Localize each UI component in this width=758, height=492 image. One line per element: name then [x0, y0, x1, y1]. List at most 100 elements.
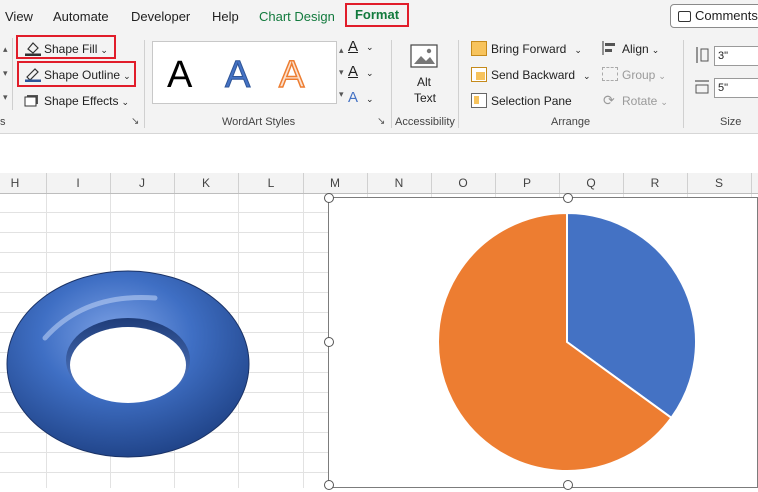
shape-styles-group-label: s: [0, 116, 6, 128]
selection-pane-button[interactable]: Selection Pane: [491, 94, 572, 108]
send-backward-button[interactable]: Send Backward ⌄: [491, 68, 591, 82]
ribbon-separator: [683, 40, 684, 128]
wordart-scroll-up-icon[interactable]: ▴: [339, 45, 344, 56]
text-effects-button[interactable]: A: [348, 89, 358, 106]
send-backward-label: Send Backward: [491, 68, 576, 82]
comment-icon: [678, 11, 691, 22]
resize-handle[interactable]: [324, 480, 334, 490]
size-group-label: Size: [720, 116, 742, 128]
group-label: Group: [622, 68, 656, 82]
column-divider[interactable]: [303, 173, 304, 193]
comments-label: Comments: [695, 8, 758, 23]
wordart-sample-orange-outline[interactable]: A: [278, 53, 305, 97]
wordart-sample-black[interactable]: A: [167, 54, 192, 97]
column-header-q[interactable]: Q: [581, 176, 601, 190]
wordart-more-icon[interactable]: ▾: [339, 89, 344, 100]
tab-help[interactable]: Help: [212, 9, 239, 24]
column-divider[interactable]: [687, 173, 688, 193]
ribbon-separator: [458, 40, 459, 128]
text-outline-button[interactable]: A: [348, 63, 358, 80]
formula-bar-area: [0, 134, 758, 174]
align-icon: [602, 41, 618, 55]
align-label: Align: [622, 42, 649, 56]
chevron-down-icon: ⌄: [574, 45, 582, 55]
text-fill-button[interactable]: A: [348, 38, 358, 55]
shape-effects-icon: [24, 92, 42, 108]
tab-chart-design[interactable]: Chart Design: [259, 9, 335, 24]
resize-handle[interactable]: [563, 193, 573, 203]
bring-forward-icon: [471, 41, 487, 56]
column-header-r[interactable]: R: [645, 176, 665, 190]
shape-width-input[interactable]: 5": [714, 78, 758, 98]
alt-text-label-line2[interactable]: Text: [414, 91, 436, 105]
rotate-icon: ⟳: [603, 92, 615, 108]
column-header-p[interactable]: P: [517, 176, 537, 190]
selection-pane-icon: [471, 93, 487, 108]
highlight-box-shape-fill: [16, 35, 116, 59]
shape-height-input[interactable]: 3": [714, 46, 758, 66]
gallery-border: [12, 38, 13, 110]
chevron-down-icon: ⌄: [366, 94, 374, 104]
group-button: Group ⌄: [622, 68, 666, 82]
chevron-down-icon: ⌄: [366, 42, 374, 52]
column-divider[interactable]: [751, 173, 752, 193]
arrange-group-label: Arrange: [551, 116, 591, 128]
column-header-k[interactable]: K: [196, 176, 216, 190]
chart-area[interactable]: [328, 197, 758, 488]
column-divider[interactable]: [431, 173, 432, 193]
wordart-sample-blue[interactable]: A: [224, 54, 250, 97]
bring-forward-button[interactable]: Bring Forward ⌄: [491, 42, 582, 56]
column-divider[interactable]: [495, 173, 496, 193]
resize-handle[interactable]: [324, 337, 334, 347]
wordart-scroll-down-icon[interactable]: ▾: [339, 67, 344, 78]
chevron-down-icon: ⌄: [121, 97, 130, 107]
comments-button[interactable]: Comments: [670, 4, 758, 28]
align-button[interactable]: Align ⌄: [622, 42, 659, 56]
resize-handle[interactable]: [324, 193, 334, 203]
tab-view[interactable]: View: [5, 9, 33, 24]
gallery-scroll-down-icon[interactable]: ▾: [3, 68, 8, 79]
column-divider[interactable]: [238, 173, 239, 193]
gallery-scroll-up-icon[interactable]: ▴: [3, 44, 8, 55]
tab-format[interactable]: Format: [345, 3, 409, 27]
wordart-gallery: A A A: [152, 41, 337, 104]
group-icon: [602, 67, 618, 81]
column-divider[interactable]: [367, 173, 368, 193]
column-divider[interactable]: [559, 173, 560, 193]
chevron-down-icon: ⌄: [583, 71, 591, 81]
tab-automate[interactable]: Automate: [53, 9, 109, 24]
shape-width-icon: [694, 79, 710, 95]
column-header-m[interactable]: M: [325, 176, 345, 190]
gallery-more-icon[interactable]: ▾: [3, 92, 8, 103]
column-header-l[interactable]: L: [261, 176, 281, 190]
accessibility-group-label: Accessibility: [395, 116, 455, 128]
chevron-down-icon: ⌄: [658, 71, 666, 81]
ribbon-separator: [144, 40, 145, 128]
alt-text-label-line1[interactable]: Alt: [417, 75, 431, 89]
pie-chart[interactable]: [329, 198, 757, 487]
torus-shape[interactable]: [5, 268, 251, 461]
column-divider[interactable]: [110, 173, 111, 193]
column-header-i[interactable]: I: [68, 176, 88, 190]
ribbon-separator: [391, 40, 392, 128]
wordart-group-label: WordArt Styles: [222, 116, 296, 128]
alt-text-icon: [409, 42, 441, 72]
shape-effects-button[interactable]: Shape Effects ⌄: [44, 94, 129, 108]
column-header-row: H I J K L M N O P Q R S: [0, 173, 758, 194]
column-header-j[interactable]: J: [132, 176, 152, 190]
dialog-launcher-icon[interactable]: ↘: [377, 116, 385, 127]
column-header-o[interactable]: O: [453, 176, 473, 190]
column-divider[interactable]: [623, 173, 624, 193]
column-header-h[interactable]: H: [5, 176, 25, 190]
bring-forward-label: Bring Forward: [491, 42, 567, 56]
column-divider[interactable]: [174, 173, 175, 193]
shape-height-icon: [695, 46, 709, 64]
column-header-n[interactable]: N: [389, 176, 409, 190]
highlight-box-shape-outline: [17, 61, 136, 87]
column-header-s[interactable]: S: [709, 176, 729, 190]
shape-effects-label: Shape Effects: [44, 94, 119, 108]
tab-developer[interactable]: Developer: [131, 9, 190, 24]
column-divider[interactable]: [46, 173, 47, 193]
dialog-launcher-icon[interactable]: ↘: [131, 116, 139, 127]
resize-handle[interactable]: [563, 480, 573, 490]
